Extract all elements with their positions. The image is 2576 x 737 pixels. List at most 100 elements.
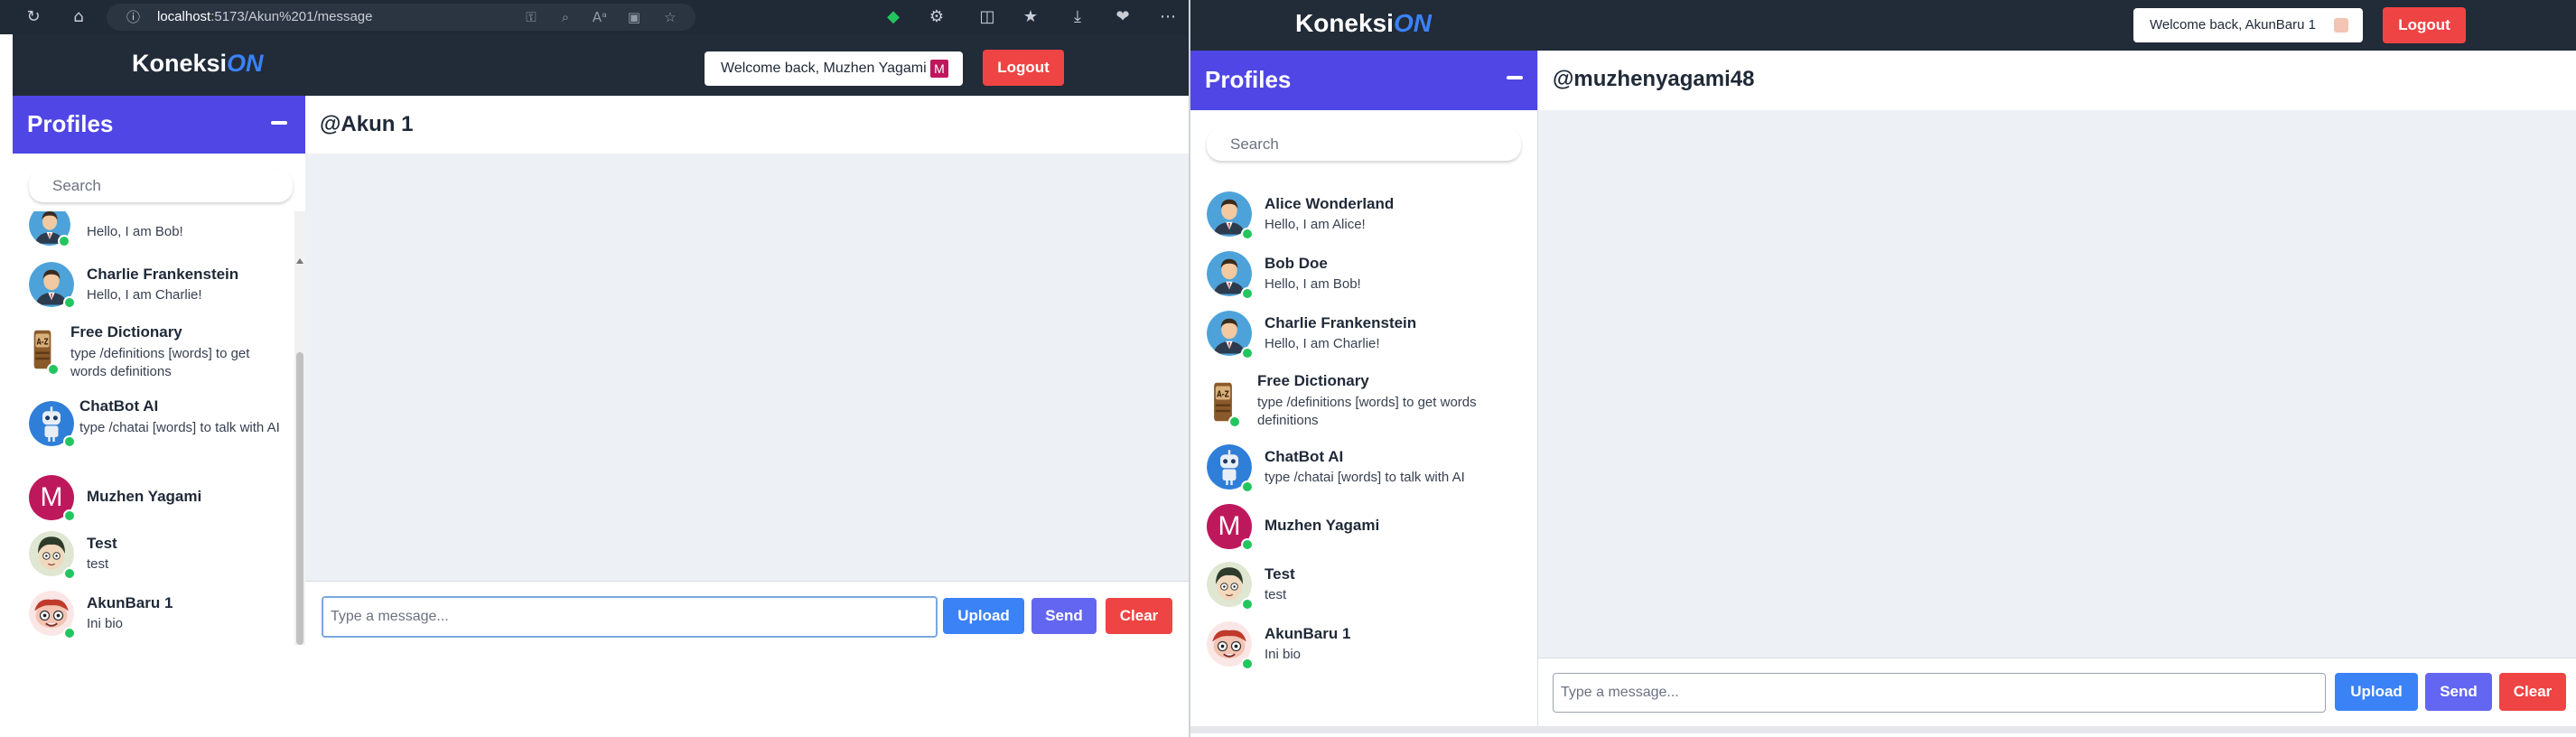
search-placeholder: Search [52,177,101,194]
horizontal-scrollbar[interactable] [1190,726,2576,733]
list-item[interactable]: AkunBaru 1 Ini bio [13,589,294,643]
list-item[interactable]: ChatBot AI type /chatai [words] to talk … [13,392,294,462]
profile-bio: Hello, I am Bob! [1265,276,1361,292]
online-indicator [1241,480,1254,493]
chat-header: @muzhenyagami48 [1538,51,2576,110]
chat-title: @muzhenyagami48 [1553,67,1755,91]
downloads-icon[interactable]: ⤓ [1066,5,1089,29]
chat-title: @Akun 1 [320,112,414,136]
list-item[interactable]: Charlie Frankenstein Hello, I am Charlie… [13,260,294,314]
app-logo[interactable]: KoneksiON [1295,9,1432,38]
chat-area: @muzhenyagami48 Type a message... Upload… [1537,51,2576,727]
profile-name: Muzhen Yagami [1265,517,1380,534]
profile-name: Test [1265,565,1295,583]
online-indicator [1241,598,1254,611]
upload-button[interactable]: Upload [2335,673,2418,711]
welcome-text: Welcome back, AkunBaru 1 [2150,17,2316,33]
address-text: localhost:5173/Akun%201/message [157,4,373,31]
message-composer: Type a message... Upload Send Clear [1538,658,2576,727]
send-button[interactable]: Send [2425,673,2492,711]
profile-name: ChatBot AI [79,397,159,415]
upload-button[interactable]: Upload [943,598,1024,634]
online-indicator [1241,347,1254,359]
logo-main-text: Koneksi [1295,9,1394,37]
list-item[interactable]: M Muzhen Yagami [1190,502,1537,553]
profile-bio: type /chatai [words] to talk with AI [1265,470,1465,485]
profile-name: Free Dictionary [1257,372,1369,389]
zoom-icon[interactable]: ⌕ [555,6,576,28]
browser-essentials-icon[interactable]: ❤ [1111,5,1134,29]
profile-name: Charlie Frankenstein [1265,314,1417,331]
password-key-icon[interactable]: ⚿ [520,6,542,28]
chat-header: @Akun 1 [305,96,1189,154]
message-input[interactable]: Type a message... [1553,673,2326,713]
logout-button[interactable]: Logout [2383,7,2466,43]
list-item[interactable]: Test test [13,529,294,583]
home-icon[interactable]: ⌂ [67,5,90,29]
welcome-badge: Welcome back, Muzhen Yagami M [705,51,963,86]
logo-main-text: Koneksi [132,50,228,77]
message-input[interactable]: Type a message... [322,596,938,638]
profile-name: Charlie Frankenstein [87,266,239,283]
scroll-up-arrow-icon[interactable] [296,258,303,264]
logout-button[interactable]: Logout [983,50,1064,86]
profile-name: Muzhen Yagami [87,488,202,505]
list-item[interactable]: M Muzhen Yagami [13,473,294,524]
app-logo[interactable]: KoneksiON [132,50,264,78]
welcome-avatar [2334,18,2348,33]
online-indicator [63,435,76,448]
list-item[interactable]: Charlie Frankenstein Hello, I am Charlie… [1190,309,1537,363]
online-indicator [63,627,76,639]
profiles-header: Profiles [1190,51,1537,110]
list-item[interactable]: Test test [1190,560,1537,614]
welcome-avatar: M [930,60,948,78]
read-aloud-icon[interactable]: Aᵃ [589,6,611,28]
browser-toolbar: ↻ ⌂ ⓘ localhost:5173/Akun%201/message ☆ … [0,0,1189,34]
list-item[interactable]: Hello, I am Bob! [13,211,294,247]
profile-list: Hello, I am Bob! Charlie Frankenstein He… [13,211,294,645]
profile-bio: Ini bio [87,616,124,631]
clear-button[interactable]: Clear [1106,598,1172,634]
list-item[interactable]: Alice Wonderland Hello, I am Alice! [1190,190,1537,244]
search-input[interactable]: Search [29,170,293,202]
reload-icon[interactable]: ↻ [22,5,45,29]
message-placeholder: Type a message... [1561,685,1679,700]
clear-button[interactable]: Clear [2499,673,2566,711]
info-icon[interactable]: ⓘ [126,4,140,31]
extensions-icon[interactable]: ⚙ [925,5,948,29]
profile-name: Alice Wonderland [1265,195,1395,212]
collapse-icon[interactable] [1507,76,1523,79]
favorites-icon[interactable]: ★ [1019,5,1042,29]
profile-name: Free Dictionary [70,323,182,341]
list-item[interactable]: ChatBot AI type /chatai [words] to talk … [1190,443,1537,497]
profile-bio: type /definitions [words] to get words d… [70,346,250,379]
online-indicator [63,509,76,522]
profile-bio: Hello, I am Charlie! [87,287,202,303]
online-indicator [58,235,70,247]
profile-name: Bob Doe [1265,255,1328,272]
more-menu-icon[interactable]: ⋯ [1156,5,1180,29]
profiles-title: Profiles [27,110,114,137]
online-indicator [63,296,76,309]
split-screen-icon[interactable]: ◫ [975,5,999,29]
message-composer: Type a message... Upload Send Clear [305,581,1189,646]
collapse-icon[interactable] [271,121,287,125]
list-item[interactable]: AkunBaru 1 Ini bio [1190,620,1537,674]
scrollbar-thumb[interactable] [296,352,303,645]
profile-list-scrollbar[interactable] [294,211,305,645]
favorite-star-icon[interactable]: ☆ [659,6,681,28]
list-item[interactable]: Bob Doe Hello, I am Bob! [1190,249,1537,303]
profile-bio: type /chatai [words] to talk with AI [79,420,280,435]
profile-bio: Hello, I am Alice! [1265,217,1366,232]
address-bar[interactable]: ⓘ localhost:5173/Akun%201/message ☆ ▣ Aᵃ… [107,4,695,31]
profile-bio: Hello, I am Charlie! [1265,336,1380,351]
list-item[interactable]: Free Dictionary type /definitions [words… [13,318,294,388]
list-item[interactable]: Free Dictionary type /definitions [words… [1190,367,1537,437]
send-button[interactable]: Send [1031,598,1097,634]
search-input[interactable]: Search [1207,128,1521,161]
address-host: localhost [157,9,211,24]
online-indicator [63,567,76,580]
extension-shield-icon[interactable]: ◆ [882,5,905,29]
profile-name: Test [87,535,117,552]
immersive-reader-icon[interactable]: ▣ [623,6,645,28]
